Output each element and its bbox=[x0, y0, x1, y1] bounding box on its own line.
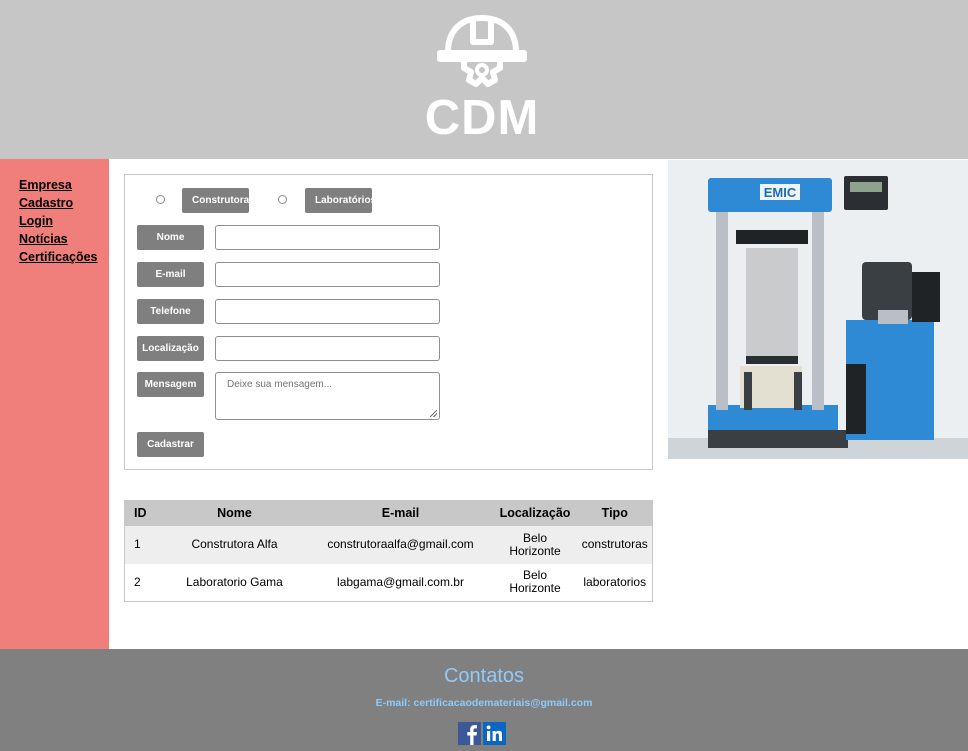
table-header-row: ID Nome E-mail Localização Tipo bbox=[124, 500, 653, 526]
cell-email: construtoraalfa@gmail.com bbox=[308, 525, 493, 564]
cell-localizacao: Belo Horizonte bbox=[492, 563, 578, 602]
radio-construtoras[interactable] bbox=[156, 195, 165, 204]
sidebar-item-noticias[interactable]: Notícias bbox=[19, 232, 68, 246]
page-footer: Contatos E-mail: certificacaodemateriais… bbox=[0, 649, 968, 751]
email-input[interactable] bbox=[215, 262, 440, 287]
machine-brand-label: EMIC bbox=[764, 185, 797, 200]
column-header-id: ID bbox=[124, 500, 161, 526]
mensagem-placeholder: Deixe sua mensagem... bbox=[227, 379, 333, 390]
nome-input[interactable] bbox=[215, 225, 440, 250]
resize-handle-icon[interactable] bbox=[430, 410, 437, 417]
cell-localizacao-line2: Horizonte bbox=[509, 581, 561, 596]
cell-tipo: construtoras bbox=[577, 525, 653, 564]
cell-nome: Construtora Alfa bbox=[160, 525, 309, 564]
hardhat-gear-icon bbox=[437, 15, 527, 87]
table-row: 1 Construtora Alfa construtoraalfa@gmail… bbox=[124, 525, 653, 564]
cell-tipo: laboratorios bbox=[577, 563, 653, 602]
sidebar-item-empresa[interactable]: Empresa bbox=[19, 178, 72, 192]
column-header-tipo: Tipo bbox=[577, 500, 653, 526]
sidebar-item-certificacoes[interactable]: Certificações bbox=[19, 250, 98, 264]
cell-email: labgama@gmail.com.br bbox=[308, 563, 493, 602]
radio-laboratorios[interactable] bbox=[278, 195, 287, 204]
cell-localizacao-line2: Horizonte bbox=[509, 543, 561, 558]
column-header-email: E-mail bbox=[308, 500, 493, 526]
sidebar-nav: Empresa Cadastro Login Notícias Certific… bbox=[19, 176, 98, 266]
page-header: CDM bbox=[0, 0, 968, 159]
localizacao-input[interactable] bbox=[215, 336, 440, 361]
cell-nome: Laboratorio Gama bbox=[160, 563, 309, 602]
email-label: E-mail bbox=[137, 262, 204, 287]
cell-localizacao-line1: Belo bbox=[522, 568, 548, 583]
nome-label: Nome bbox=[137, 225, 204, 250]
linkedin-icon[interactable] bbox=[483, 722, 506, 745]
cadastrar-button[interactable]: Cadastrar bbox=[137, 432, 204, 457]
mensagem-textarea[interactable]: Deixe sua mensagem... bbox=[215, 372, 440, 420]
cell-id: 2 bbox=[124, 563, 161, 602]
column-header-nome: Nome bbox=[160, 500, 309, 526]
sidebar-item-login[interactable]: Login bbox=[19, 214, 53, 228]
cell-localizacao-line1: Belo bbox=[522, 530, 548, 545]
sidebar-item-cadastro[interactable]: Cadastro bbox=[19, 196, 73, 210]
telefone-label: Telefone bbox=[137, 299, 204, 324]
logo-text: CDM bbox=[424, 91, 540, 145]
footer-email[interactable]: E-mail: certificacaodemateriais@gmail.co… bbox=[0, 697, 968, 709]
type-laboratorios-button[interactable]: Laboratórios bbox=[305, 188, 372, 213]
localizacao-label: Localização bbox=[137, 336, 204, 361]
column-header-localizacao: Localização bbox=[492, 500, 578, 526]
cell-id: 1 bbox=[124, 525, 161, 564]
telefone-input[interactable] bbox=[215, 299, 440, 324]
footer-title: Contatos bbox=[443, 665, 525, 687]
registration-form: Construtoras Laboratórios Nome E-mail Te… bbox=[124, 174, 653, 470]
mensagem-label: Mensagem bbox=[137, 372, 204, 397]
table-row: 2 Laboratorio Gama labgama@gmail.com.br … bbox=[124, 563, 653, 602]
cell-localizacao: Belo Horizonte bbox=[492, 525, 578, 564]
sidebar: Empresa Cadastro Login Notícias Certific… bbox=[0, 159, 109, 649]
registrations-table: ID Nome E-mail Localização Tipo 1 Constr… bbox=[124, 500, 653, 602]
type-construtoras-button[interactable]: Construtoras bbox=[182, 188, 249, 213]
site-logo[interactable]: CDM bbox=[424, 6, 544, 146]
testing-machine-image: EMIC bbox=[668, 160, 968, 459]
facebook-icon[interactable] bbox=[458, 722, 481, 745]
